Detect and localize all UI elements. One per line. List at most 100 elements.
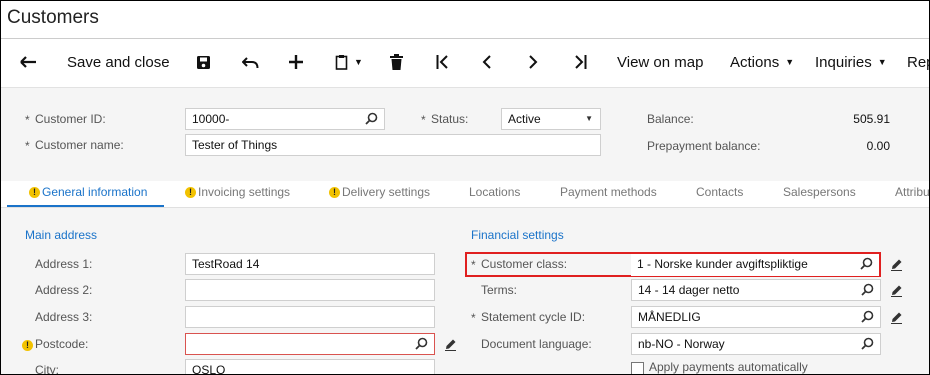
first-record-button[interactable] (436, 41, 449, 83)
pencil-icon[interactable] (890, 284, 903, 297)
view-on-map-button[interactable]: View on map (617, 41, 703, 83)
save-and-close-button[interactable]: Save and close (67, 41, 170, 83)
chevron-down-icon: ▼ (877, 57, 887, 67)
search-icon[interactable] (415, 337, 428, 350)
address2-label: Address 2: (35, 283, 93, 297)
required-marker: * (471, 311, 476, 325)
warning-icon: ! (22, 340, 33, 351)
address1-field[interactable]: TestRoad 14 (185, 253, 435, 275)
address2-field[interactable] (185, 279, 435, 301)
search-icon[interactable] (861, 283, 874, 296)
apply-payments-checkbox[interactable] (631, 362, 644, 374)
document-language-label: Document language: (481, 337, 592, 351)
terms-value: 14 - 14 dager netto (638, 283, 740, 297)
status-value: Active (508, 112, 541, 126)
tab-general-information[interactable]: ! General information (29, 185, 147, 199)
active-tab-indicator (7, 205, 164, 207)
address1-label: Address 1: (35, 257, 93, 271)
previous-record-button[interactable] (482, 41, 491, 83)
chevron-down-icon: ▼ (585, 114, 593, 123)
tab-label: Delivery settings (342, 185, 431, 199)
undo-button[interactable] (242, 41, 259, 83)
add-button[interactable] (289, 41, 303, 83)
inquiries-label: Inquiries (815, 53, 872, 71)
required-marker: * (25, 139, 30, 153)
undo-icon (242, 56, 259, 68)
customer-class-value: 1 - Norske kunder avgiftspliktige (637, 257, 808, 271)
actions-menu-button[interactable]: Actions ▼ (730, 41, 794, 83)
required-marker: * (471, 258, 476, 272)
apply-payments-label: Apply payments automatically (649, 360, 808, 374)
save-button[interactable] (196, 41, 211, 83)
summary-panel: * Customer ID: 10000- * Customer name: T… (1, 87, 929, 182)
city-field[interactable]: OSLO (185, 359, 435, 375)
search-icon[interactable] (365, 112, 378, 125)
chevron-left-icon (482, 55, 491, 69)
general-information-panel: Main address Address 1: TestRoad 14 Addr… (1, 208, 929, 375)
status-label: Status: (431, 112, 469, 126)
inquiries-menu-button[interactable]: Inquiries ▼ (815, 41, 887, 83)
address3-label: Address 3: (35, 310, 93, 324)
tab-label: General information (42, 185, 148, 199)
statement-cycle-field[interactable]: MÅNEDLIG (631, 306, 881, 328)
statement-cycle-value: MÅNEDLIG (638, 310, 701, 324)
address3-field[interactable] (185, 306, 435, 328)
postcode-label: Postcode: (35, 337, 89, 351)
required-marker: * (25, 113, 30, 127)
customer-name-value: Tester of Things (192, 138, 278, 152)
balance-label: Balance: (647, 112, 694, 126)
arrow-left-icon (20, 56, 36, 68)
pencil-icon[interactable] (890, 258, 903, 271)
floppy-disk-icon (197, 55, 210, 69)
tab-salespersons[interactable]: Salespersons (783, 185, 856, 199)
clipboard-icon (335, 55, 348, 70)
next-record-button[interactable] (529, 41, 538, 83)
postcode-field[interactable] (185, 333, 435, 355)
chevron-down-icon: ▼ (785, 57, 795, 67)
tab-payment-methods[interactable]: Payment methods (560, 185, 657, 199)
warning-icon: ! (29, 187, 40, 199)
first-page-icon (436, 55, 448, 69)
tab-delivery-settings[interactable]: ! Delivery settings (329, 185, 430, 199)
warning-icon: ! (329, 187, 340, 199)
status-select[interactable]: Active ▼ (501, 108, 601, 130)
reports-menu-button[interactable]: Rep (907, 41, 929, 83)
back-button[interactable] (20, 41, 37, 83)
balance-value: 505.91 (853, 112, 890, 126)
document-language-value: nb-NO - Norway (638, 337, 725, 351)
page-title: Customers (7, 7, 99, 28)
pencil-icon[interactable] (444, 338, 457, 351)
pencil-icon[interactable] (890, 311, 903, 324)
customer-class-label: Customer class: (481, 257, 568, 271)
document-language-field[interactable]: nb-NO - Norway (631, 333, 881, 355)
tab-bar: ! General information ! Invoicing settings… (1, 181, 929, 208)
terms-field[interactable]: 14 - 14 dager netto (631, 279, 881, 301)
customers-window: Customers Save and close ▼ View on map A… (0, 0, 930, 375)
trash-icon (390, 54, 403, 70)
required-marker: * (421, 113, 426, 127)
terms-label: Terms: (481, 283, 517, 297)
customer-id-field[interactable]: 10000- (185, 108, 385, 130)
tab-label: Invoicing settings (198, 185, 291, 199)
search-icon[interactable] (860, 257, 873, 270)
customer-id-value: 10000- (192, 112, 230, 126)
chevron-down-icon: ▼ (354, 57, 363, 67)
tab-contacts[interactable]: Contacts (696, 185, 743, 199)
delete-button[interactable] (390, 41, 403, 83)
toolbar: Save and close ▼ View on map Actions ▼ I… (1, 41, 929, 83)
warning-icon: ! (185, 187, 196, 199)
financial-settings-heading: Financial settings (471, 228, 564, 242)
customer-class-field[interactable]: 1 - Norske kunder avgiftspliktige (631, 254, 879, 276)
search-icon[interactable] (861, 310, 874, 323)
tab-locations[interactable]: Locations (469, 185, 520, 199)
copy-paste-menu-button[interactable]: ▼ (335, 41, 363, 83)
chevron-right-icon (529, 55, 538, 69)
customer-name-field[interactable]: Tester of Things (185, 134, 601, 156)
tab-attributes[interactable]: Attribu (895, 185, 929, 199)
statement-cycle-label: Statement cycle ID: (481, 310, 586, 324)
tab-invoicing-settings[interactable]: ! Invoicing settings (185, 185, 290, 199)
last-record-button[interactable] (574, 41, 587, 83)
city-value: OSLO (192, 363, 226, 375)
last-page-icon (575, 55, 587, 69)
search-icon[interactable] (861, 337, 874, 350)
